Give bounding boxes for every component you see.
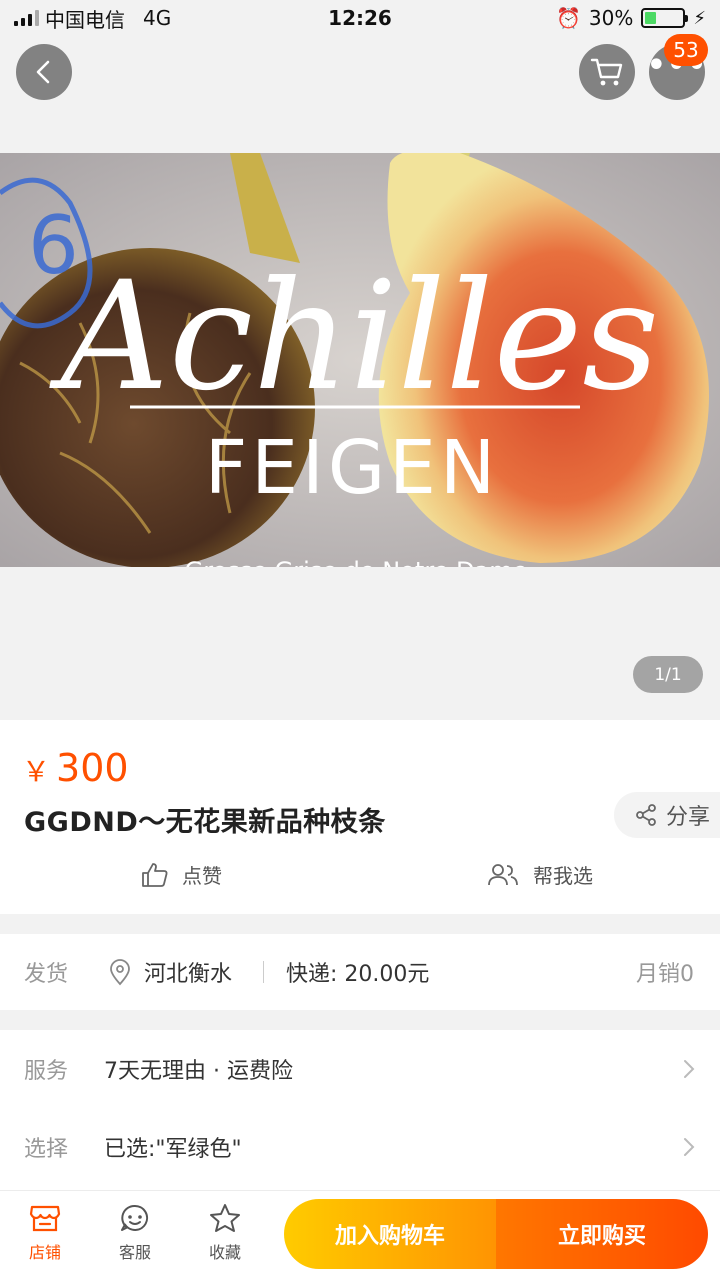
help-label: 帮我选	[533, 864, 593, 888]
thumbs-up-icon	[142, 862, 168, 887]
favorite-tab[interactable]: 收藏	[190, 1203, 260, 1263]
product-title: GGDND～无花果新品种枝条	[24, 807, 386, 838]
selection-value: 已选:"军绿色"	[104, 1137, 242, 1162]
cart-icon	[590, 58, 623, 86]
customer-service-tab[interactable]: 客服	[100, 1203, 170, 1263]
price: ￥ 300	[22, 746, 129, 790]
service-value: 7天无理由 · 运费险	[104, 1059, 293, 1084]
shipping-label: 发货	[24, 962, 69, 987]
battery-percent: 30%	[588, 6, 634, 30]
buy-now-button[interactable]: 立即购买	[496, 1199, 708, 1269]
chevron-right-icon	[684, 1138, 695, 1156]
share-label: 分享	[666, 805, 711, 830]
shipping-fee: 快递: 20.00元	[286, 962, 430, 987]
cart-badge: 53	[664, 34, 708, 66]
signal-icon	[14, 10, 39, 26]
service-tab-label: 客服	[118, 1243, 151, 1262]
shop-icon	[29, 1205, 61, 1232]
battery-icon	[641, 8, 689, 28]
share-button[interactable]: 分享	[614, 792, 720, 838]
shipping-location: 河北衡水	[144, 962, 233, 987]
favorite-label: 收藏	[208, 1243, 241, 1262]
cart-button[interactable]	[579, 44, 635, 100]
currency-symbol: ￥	[22, 755, 51, 788]
network-type: 4G	[143, 6, 172, 30]
product-image[interactable]: 6 Achilles FEIGEN Grosse Grise de Notre …	[0, 153, 720, 567]
users-icon	[488, 863, 518, 885]
status-bar: 中国电信 4G 12:26 ⏰ 30% ⚡	[0, 0, 720, 36]
image-title: Achilles	[49, 250, 660, 424]
monthly-sales: 月销0	[636, 962, 694, 987]
shop-label: 店铺	[28, 1243, 61, 1262]
service-row[interactable]: 服务 7天无理由 · 运费险	[0, 1030, 720, 1108]
alarm-icon: ⏰	[556, 6, 581, 30]
carrier-name: 中国电信	[45, 7, 125, 32]
add-to-cart-button[interactable]: 加入购物车	[284, 1199, 496, 1269]
shipping-row: 发货 河北衡水 快递: 20.00元 月销0	[0, 934, 720, 1010]
image-subtitle: FEIGEN	[205, 425, 500, 511]
chevron-right-icon	[684, 1060, 695, 1078]
shop-tab[interactable]: 店铺	[10, 1203, 80, 1263]
selection-label: 选择	[24, 1137, 69, 1162]
chat-face-icon	[121, 1204, 149, 1231]
star-icon	[210, 1204, 240, 1232]
like-label: 点赞	[182, 864, 222, 888]
image-caption: Grosse Grise de Notre Dame	[185, 557, 528, 567]
selection-row[interactable]: 选择 已选:"军绿色"	[0, 1108, 720, 1186]
battery-fill	[645, 12, 657, 24]
fig-photo: 6 Achilles FEIGEN Grosse Grise de Notre …	[0, 153, 720, 567]
purchase-buttons: 加入购物车 立即购买	[284, 1199, 708, 1269]
service-label: 服务	[24, 1059, 69, 1084]
page-indicator: 1/1	[633, 656, 703, 693]
chevron-left-icon	[36, 60, 50, 84]
help-choose-button[interactable]: 帮我选	[487, 860, 593, 889]
divider	[263, 961, 264, 983]
status-right: ⏰ 30% ⚡	[556, 6, 706, 30]
location-pin-icon	[110, 959, 130, 986]
like-button[interactable]: 点赞	[140, 860, 222, 889]
back-button[interactable]	[16, 44, 72, 100]
share-icon	[636, 804, 656, 826]
price-value: 300	[56, 746, 129, 790]
charging-icon: ⚡	[693, 7, 706, 29]
